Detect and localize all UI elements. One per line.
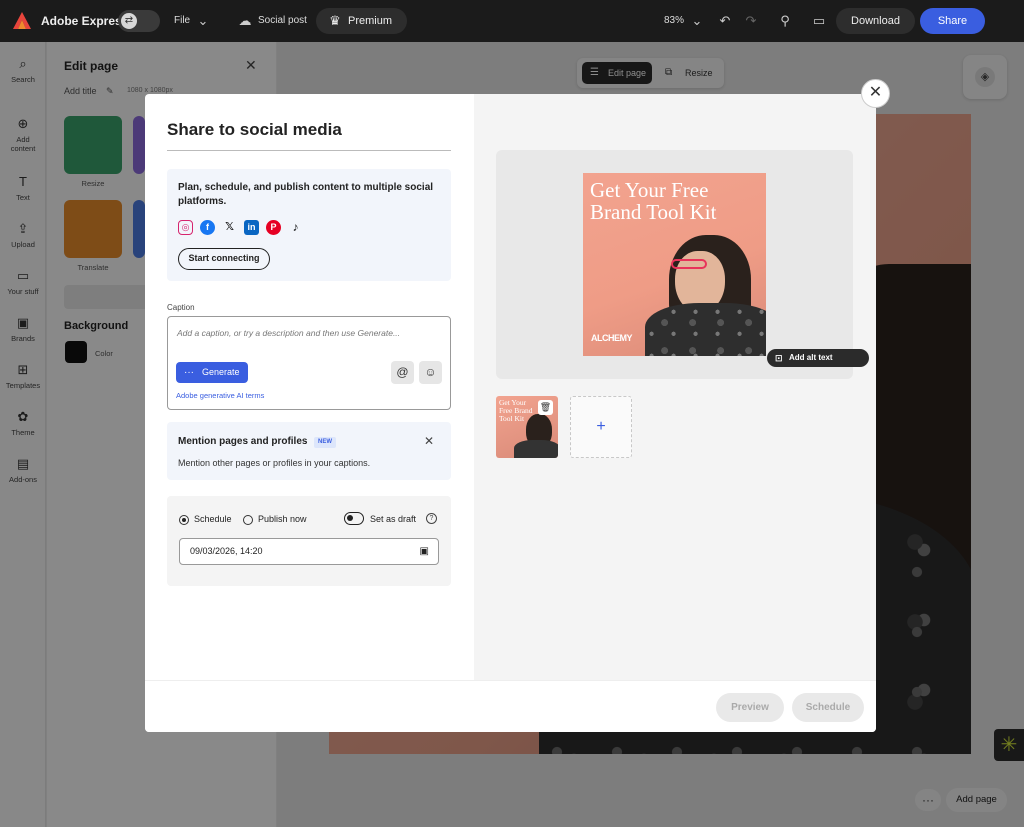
doc-type: Social post	[258, 15, 307, 26]
help-icon[interactable]: ?	[426, 513, 437, 524]
post-preview: Get Your Free Brand Tool Kit ALCHEMY ⊡ Ad…	[496, 150, 869, 379]
thumb-jacket	[514, 440, 558, 458]
mention-card: Mention pages and profiles NEW Mention o…	[167, 422, 451, 480]
datetime-value: 09/03/2026, 14:20	[190, 546, 263, 556]
start-connecting-button[interactable]: Start connecting	[178, 248, 270, 270]
tiktok-icon: ♪	[292, 220, 299, 234]
post-headline: Get Your Free Brand Tool Kit	[590, 178, 717, 224]
brand-toggle[interactable]: ⇄	[118, 10, 160, 32]
instagram-icon: ◎	[178, 220, 193, 235]
person-jacket	[645, 303, 766, 356]
file-menu[interactable]: File	[174, 15, 190, 26]
modal-footer: Preview Schedule	[145, 680, 876, 732]
social-icons: ◎ f 𝕏 in P ♪	[178, 220, 303, 235]
datetime-input[interactable]: 09/03/2026, 14:20 ▣	[179, 538, 439, 565]
modal-close-icon[interactable]: ✕	[861, 79, 890, 108]
trash-icon[interactable]: 🗑	[538, 400, 553, 415]
generate-label: Generate	[202, 367, 240, 377]
post-thumbnail[interactable]: Get Your Free Brand Tool Kit 🗑	[496, 396, 558, 458]
mention-at-icon[interactable]: @	[391, 361, 414, 384]
ai-terms-link[interactable]: Adobe generative AI terms	[176, 391, 264, 400]
premium-button[interactable]: ♛ Premium	[316, 8, 407, 34]
chevron-down-icon[interactable]: ⌄	[194, 12, 212, 30]
schedule-radio[interactable]	[179, 515, 189, 525]
schedule-card: Schedule Publish now Set as draft ? 09/0…	[167, 496, 451, 586]
mention-body: Mention other pages or profiles in your …	[178, 458, 371, 468]
redo-icon[interactable]: ↷	[742, 12, 760, 30]
mention-title: Mention pages and profiles	[178, 436, 308, 447]
connect-text: Plan, schedule, and publish content to m…	[178, 182, 434, 207]
caption-input[interactable]: Add a caption, or try a description and …	[167, 316, 451, 410]
add-media-slot[interactable]: +	[570, 396, 632, 458]
zoom-chevron-icon[interactable]: ⌄	[688, 12, 706, 30]
publish-now-radio[interactable]	[243, 515, 253, 525]
title-divider	[167, 150, 451, 151]
generate-button[interactable]: ··· Generate	[176, 362, 248, 383]
connect-card: Plan, schedule, and publish content to m…	[167, 169, 451, 281]
undo-icon[interactable]: ↶	[716, 12, 734, 30]
alt-text-label: Add alt text	[789, 353, 833, 362]
download-button[interactable]: Download	[836, 8, 915, 34]
post-brand-mark: ALCHEMY	[591, 333, 633, 343]
facebook-icon: f	[200, 220, 215, 235]
draft-label: Set as draft	[370, 514, 417, 524]
publish-now-label[interactable]: Publish now	[258, 514, 307, 524]
adobe-express-logo[interactable]	[12, 11, 32, 31]
preview-pane: Get Your Free Brand Tool Kit ALCHEMY ⊡ Ad…	[474, 94, 876, 680]
add-alt-text-button[interactable]: ⊡ Add alt text	[767, 349, 869, 367]
plus-icon: +	[596, 418, 606, 435]
share-button[interactable]: Share	[920, 8, 985, 34]
person-glasses	[671, 259, 707, 269]
x-icon: 𝕏	[225, 221, 234, 233]
comment-icon[interactable]: ▭	[810, 12, 828, 30]
alt-text-icon: ⊡	[775, 353, 783, 363]
caption-label: Caption	[167, 303, 195, 312]
new-badge: NEW	[314, 437, 336, 448]
linkedin-icon: in	[244, 220, 259, 235]
thumb-headline: Get Your Free Brand Tool Kit	[499, 398, 533, 423]
pinterest-icon: P	[266, 220, 281, 235]
schedule-button[interactable]: Schedule	[792, 693, 864, 722]
modal-title: Share to social media	[167, 120, 342, 139]
brand-knob-icon: ⇄	[121, 13, 137, 29]
post-image[interactable]: Get Your Free Brand Tool Kit ALCHEMY	[583, 173, 766, 356]
cloud-icon: ☁	[238, 13, 252, 28]
caption-placeholder: Add a caption, or try a description and …	[177, 328, 401, 338]
invite-icon[interactable]: ⚲	[776, 12, 794, 30]
crown-icon: ♛	[329, 13, 341, 28]
emoji-icon[interactable]: ☺	[419, 361, 442, 384]
calendar-icon[interactable]: ▣	[420, 539, 429, 564]
share-modal: Get Your Free Brand Tool Kit ALCHEMY ⊡ Ad…	[145, 94, 876, 732]
close-icon[interactable]: ✕	[424, 434, 434, 448]
dots-icon: ···	[184, 367, 194, 378]
preview-button[interactable]: Preview	[716, 693, 784, 722]
schedule-radio-label[interactable]: Schedule	[194, 514, 232, 524]
top-bar: Adobe Express ⇄ File ⌄ ☁ Social post ♛ P…	[0, 0, 1024, 42]
draft-toggle[interactable]	[344, 512, 364, 525]
zoom-level[interactable]: 83%	[664, 15, 684, 26]
app-name: Adobe Express	[41, 14, 129, 28]
premium-label: Premium	[348, 15, 393, 27]
